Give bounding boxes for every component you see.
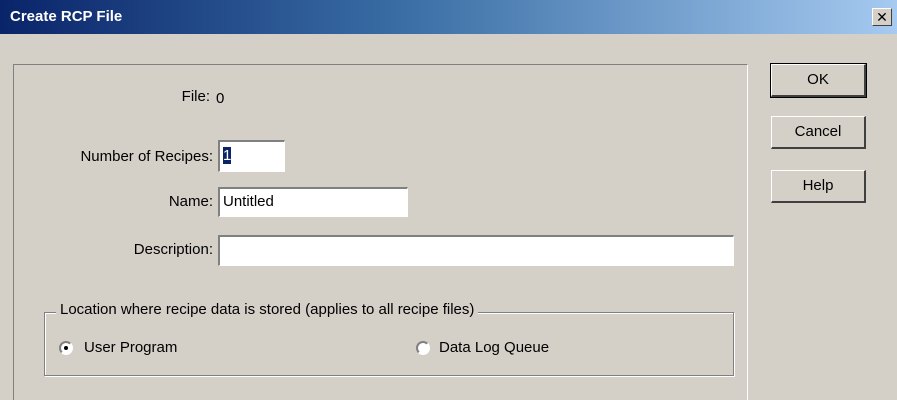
help-button[interactable]: Help <box>771 170 866 203</box>
user-program-label[interactable]: User Program <box>84 339 177 356</box>
location-group-label: Location where recipe data is stored (ap… <box>56 301 479 318</box>
file-number-value: 0 <box>216 90 225 107</box>
description-label: Description: <box>133 241 213 258</box>
name-label: Name: <box>168 193 213 210</box>
close-button[interactable]: ✕ <box>872 8 892 26</box>
name-value: Untitled <box>223 193 274 210</box>
data-log-queue-label[interactable]: Data Log Queue <box>439 339 549 356</box>
file-label: File: <box>181 88 210 105</box>
cancel-button[interactable]: Cancel <box>771 116 866 149</box>
number-of-recipes-label: Number of Recipes: <box>80 148 213 165</box>
user-program-radio[interactable] <box>59 341 73 355</box>
title-bar[interactable]: Create RCP File ✕ <box>0 0 897 34</box>
number-of-recipes-input[interactable]: 1 <box>218 140 285 172</box>
description-input[interactable] <box>218 235 734 266</box>
create-rcp-file-dialog: Create RCP File ✕ File: 0 Number of Reci… <box>0 0 897 400</box>
radio-selected-dot <box>64 346 68 350</box>
close-icon: ✕ <box>876 9 888 25</box>
data-log-queue-radio[interactable] <box>416 341 430 355</box>
ok-button[interactable]: OK <box>770 63 867 98</box>
window-title: Create RCP File <box>10 8 123 25</box>
name-input[interactable]: Untitled <box>218 187 408 217</box>
number-of-recipes-value: 1 <box>223 147 232 164</box>
